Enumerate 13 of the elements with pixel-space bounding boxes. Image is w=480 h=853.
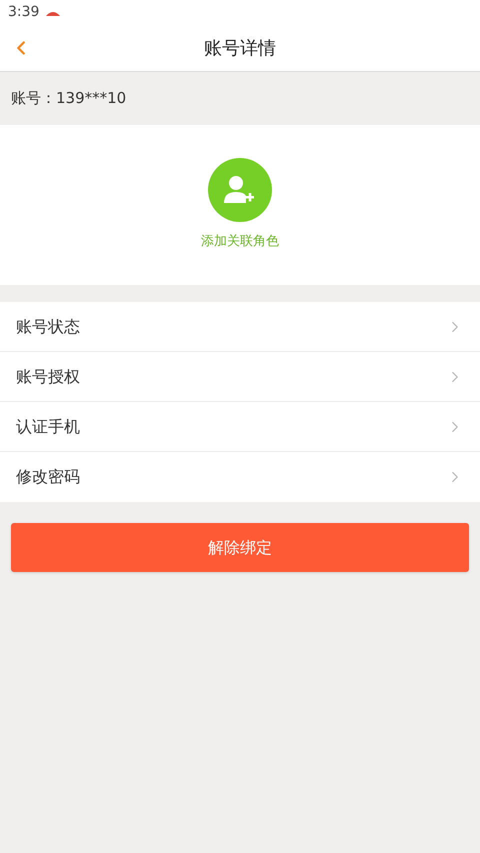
add-user-icon [224,175,256,205]
menu-item[interactable]: 认证手机 [0,402,480,452]
menu-item-label: 认证手机 [16,416,80,438]
account-number: 账号：139***10 [11,88,126,110]
menu-item[interactable]: 修改密码 [0,452,480,502]
add-role-label: 添加关联角色 [201,233,279,251]
menu-item-label: 账号授权 [16,366,80,388]
menu-item[interactable]: 账号状态 [0,302,480,352]
status-time: 3:39 [8,3,40,22]
menu-item-label: 修改密码 [16,466,80,488]
menu-item[interactable]: 账号授权 [0,352,480,402]
menu-item-label: 账号状态 [16,316,80,338]
page-title: 账号详情 [204,36,276,60]
